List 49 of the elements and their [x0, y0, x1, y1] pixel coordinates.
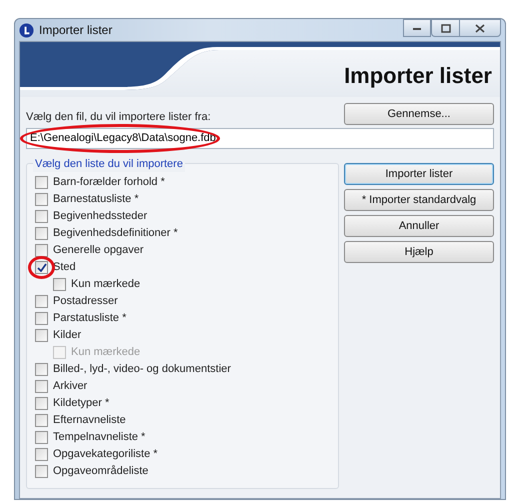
checkbox[interactable] — [35, 192, 48, 206]
checkbox-label[interactable]: Kun mærkede — [71, 276, 140, 292]
checkbox-label[interactable]: Postadresser — [53, 293, 118, 310]
checkbox[interactable] — [35, 396, 48, 410]
checkbox[interactable] — [53, 278, 66, 291]
checkbox[interactable] — [35, 380, 48, 393]
checkbox[interactable] — [35, 312, 48, 325]
checkbox[interactable] — [35, 362, 48, 376]
checkbox-label[interactable]: Kildetyper * — [53, 395, 110, 412]
file-path-field[interactable]: E:\Genealogi\Legacy8\Data\sogne.fdb — [26, 128, 494, 149]
close-button[interactable] — [459, 19, 501, 37]
checkbox-label[interactable]: Billed-, lyd-, video- og dokumentstier — [53, 361, 231, 378]
checkbox[interactable] — [35, 328, 48, 342]
checkbox-label[interactable]: Begivenhedssteder — [53, 208, 148, 224]
dialog-button[interactable]: * Importer standardvalg — [344, 188, 494, 211]
checkbox-label[interactable]: Barnestatusliste * — [53, 191, 139, 208]
close-icon — [475, 24, 485, 32]
checkbox[interactable] — [35, 294, 48, 308]
checkbox-label[interactable]: Arkiver — [53, 378, 88, 394]
window-title: Importer lister — [39, 22, 112, 39]
checkbox[interactable] — [35, 464, 48, 478]
checkbox-label[interactable]: Opgaveområdeliste — [53, 463, 148, 480]
file-label: Vælg den fil, du vil importere lister fra: — [26, 110, 211, 124]
checkbox[interactable] — [35, 176, 48, 189]
maximize-icon — [440, 24, 450, 32]
checkbox-label[interactable]: Kilder — [53, 327, 82, 344]
checkbox-label[interactable]: Efternavneliste — [53, 412, 126, 428]
checkbox[interactable] — [35, 210, 48, 223]
maximize-button[interactable] — [431, 19, 459, 37]
checkbox-label[interactable]: Barn-forælder forhold * — [53, 174, 165, 190]
dialog-button[interactable]: Annuller — [344, 214, 494, 237]
app-logo-icon — [19, 22, 34, 38]
checkbox-label[interactable]: Opgavekategoriliste * — [53, 446, 158, 462]
minimize-button[interactable] — [403, 19, 431, 37]
checkbox-label[interactable]: Begivenhedsdefinitioner * — [53, 225, 178, 242]
checkbox-label[interactable]: Generelle opgaver — [53, 242, 144, 258]
checkbox-label[interactable]: Parstatusliste * — [53, 310, 126, 326]
checkbox[interactable] — [35, 260, 48, 274]
checkbox[interactable] — [35, 414, 48, 427]
dialog-button[interactable]: Hjælp — [344, 240, 494, 263]
checkbox-label[interactable]: Tempelnavneliste * — [53, 429, 146, 446]
browse-button[interactable]: Gennemse... — [344, 103, 494, 125]
checkbox[interactable] — [35, 430, 48, 444]
dialog-button[interactable]: Importer lister — [344, 162, 494, 185]
checkbox[interactable] — [35, 226, 48, 240]
minimize-icon — [412, 25, 422, 31]
header-title: Importer lister — [344, 62, 492, 90]
checkbox[interactable] — [35, 448, 48, 461]
checkbox[interactable] — [35, 244, 48, 257]
